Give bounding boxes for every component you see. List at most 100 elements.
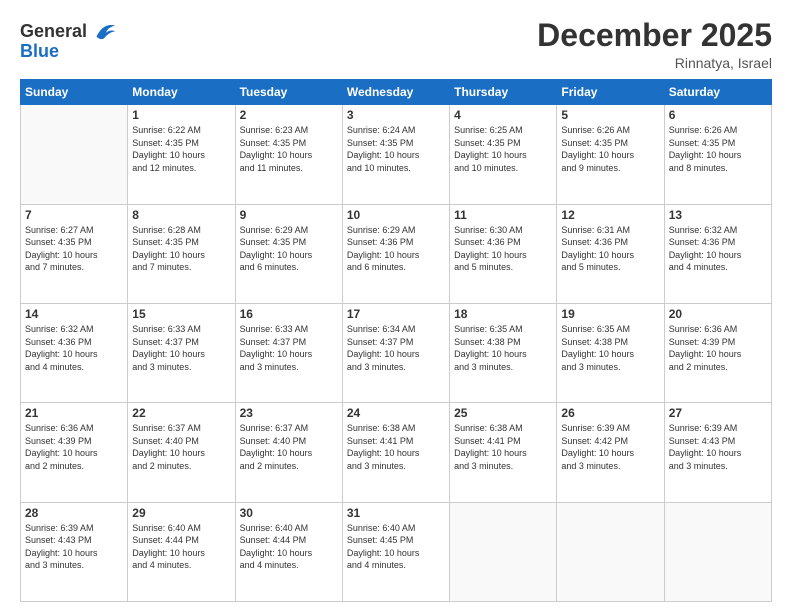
day-number: 3 — [347, 108, 445, 122]
calendar-week-3: 14 Sunrise: 6:32 AM Sunset: 4:36 PM Dayli… — [21, 303, 772, 402]
day-header-thursday: Thursday — [450, 80, 557, 105]
calendar-cell — [450, 502, 557, 601]
calendar-cell: 14 Sunrise: 6:32 AM Sunset: 4:36 PM Dayli… — [21, 303, 128, 402]
header: General Blue December 2025 Rinnatya, Isr… — [20, 18, 772, 71]
day-headers-row: SundayMondayTuesdayWednesdayThursdayFrid… — [21, 80, 772, 105]
calendar-cell: 25 Sunrise: 6:38 AM Sunset: 4:41 PM Dayli… — [450, 403, 557, 502]
calendar-cell: 11 Sunrise: 6:30 AM Sunset: 4:36 PM Dayli… — [450, 204, 557, 303]
day-info: Sunrise: 6:37 AM Sunset: 4:40 PM Dayligh… — [240, 422, 338, 472]
logo-text-general: General — [20, 22, 87, 42]
calendar-cell: 31Sunrise: 6:40 AM Sunset: 4:45 PM Dayli… — [342, 502, 449, 601]
day-info: Sunrise: 6:39 AM Sunset: 4:43 PM Dayligh… — [669, 422, 767, 472]
day-info: Sunrise: 6:29 AM Sunset: 4:35 PM Dayligh… — [240, 224, 338, 274]
calendar-cell: 24 Sunrise: 6:38 AM Sunset: 4:41 PM Dayli… — [342, 403, 449, 502]
logo-bird-icon — [89, 18, 117, 46]
calendar-week-1: 1 Sunrise: 6:22 AM Sunset: 4:35 PM Daylig… — [21, 105, 772, 204]
calendar-cell: 23Sunrise: 6:37 AM Sunset: 4:40 PM Dayli… — [235, 403, 342, 502]
calendar-cell — [21, 105, 128, 204]
day-number: 9 — [240, 208, 338, 222]
month-title: December 2025 — [537, 18, 772, 53]
day-number: 14 — [25, 307, 123, 321]
day-info: Sunrise: 6:33 AM Sunset: 4:37 PM Dayligh… — [240, 323, 338, 373]
calendar-cell: 29 Sunrise: 6:40 AM Sunset: 4:44 PM Dayli… — [128, 502, 235, 601]
day-info: Sunrise: 6:35 AM Sunset: 4:38 PM Dayligh… — [561, 323, 659, 373]
day-number: 20 — [669, 307, 767, 321]
day-info: Sunrise: 6:39 AM Sunset: 4:42 PM Dayligh… — [561, 422, 659, 472]
day-info: Sunrise: 6:35 AM Sunset: 4:38 PM Dayligh… — [454, 323, 552, 373]
day-info: Sunrise: 6:27 AM Sunset: 4:35 PM Dayligh… — [25, 224, 123, 274]
calendar-cell: 15 Sunrise: 6:33 AM Sunset: 4:37 PM Dayli… — [128, 303, 235, 402]
day-number: 24 — [347, 406, 445, 420]
day-number: 1 — [132, 108, 230, 122]
day-header-sunday: Sunday — [21, 80, 128, 105]
calendar-cell: 10 Sunrise: 6:29 AM Sunset: 4:36 PM Dayli… — [342, 204, 449, 303]
day-number: 22 — [132, 406, 230, 420]
day-info: Sunrise: 6:26 AM Sunset: 4:35 PM Dayligh… — [561, 124, 659, 174]
calendar-cell: 16 Sunrise: 6:33 AM Sunset: 4:37 PM Dayli… — [235, 303, 342, 402]
day-number: 8 — [132, 208, 230, 222]
calendar-cell: 13 Sunrise: 6:32 AM Sunset: 4:36 PM Dayli… — [664, 204, 771, 303]
calendar-cell: 20Sunrise: 6:36 AM Sunset: 4:39 PM Dayli… — [664, 303, 771, 402]
day-number: 30 — [240, 506, 338, 520]
page: General Blue December 2025 Rinnatya, Isr… — [0, 0, 792, 612]
calendar-cell: 18Sunrise: 6:35 AM Sunset: 4:38 PM Dayli… — [450, 303, 557, 402]
day-info: Sunrise: 6:32 AM Sunset: 4:36 PM Dayligh… — [25, 323, 123, 373]
day-info: Sunrise: 6:40 AM Sunset: 4:44 PM Dayligh… — [240, 522, 338, 572]
day-number: 2 — [240, 108, 338, 122]
calendar-cell: 27 Sunrise: 6:39 AM Sunset: 4:43 PM Dayli… — [664, 403, 771, 502]
day-number: 25 — [454, 406, 552, 420]
day-info: Sunrise: 6:30 AM Sunset: 4:36 PM Dayligh… — [454, 224, 552, 274]
day-number: 15 — [132, 307, 230, 321]
logo-text-blue: Blue — [20, 42, 59, 62]
calendar-cell — [664, 502, 771, 601]
day-number: 26 — [561, 406, 659, 420]
calendar-cell: 3 Sunrise: 6:24 AM Sunset: 4:35 PM Daylig… — [342, 105, 449, 204]
calendar-week-4: 21 Sunrise: 6:36 AM Sunset: 4:39 PM Dayli… — [21, 403, 772, 502]
day-info: Sunrise: 6:33 AM Sunset: 4:37 PM Dayligh… — [132, 323, 230, 373]
day-number: 28 — [25, 506, 123, 520]
calendar-body: 1 Sunrise: 6:22 AM Sunset: 4:35 PM Daylig… — [21, 105, 772, 602]
day-info: Sunrise: 6:23 AM Sunset: 4:35 PM Dayligh… — [240, 124, 338, 174]
day-number: 5 — [561, 108, 659, 122]
calendar-week-2: 7 Sunrise: 6:27 AM Sunset: 4:35 PM Daylig… — [21, 204, 772, 303]
day-info: Sunrise: 6:26 AM Sunset: 4:35 PM Dayligh… — [669, 124, 767, 174]
day-info: Sunrise: 6:39 AM Sunset: 4:43 PM Dayligh… — [25, 522, 123, 572]
day-info: Sunrise: 6:22 AM Sunset: 4:35 PM Dayligh… — [132, 124, 230, 174]
calendar-cell: 19 Sunrise: 6:35 AM Sunset: 4:38 PM Dayli… — [557, 303, 664, 402]
calendar-cell: 28 Sunrise: 6:39 AM Sunset: 4:43 PM Dayli… — [21, 502, 128, 601]
calendar-cell: 21 Sunrise: 6:36 AM Sunset: 4:39 PM Dayli… — [21, 403, 128, 502]
day-info: Sunrise: 6:32 AM Sunset: 4:36 PM Dayligh… — [669, 224, 767, 274]
day-number: 27 — [669, 406, 767, 420]
day-header-monday: Monday — [128, 80, 235, 105]
calendar-cell: 1 Sunrise: 6:22 AM Sunset: 4:35 PM Daylig… — [128, 105, 235, 204]
day-number: 6 — [669, 108, 767, 122]
day-info: Sunrise: 6:40 AM Sunset: 4:44 PM Dayligh… — [132, 522, 230, 572]
day-number: 4 — [454, 108, 552, 122]
day-number: 16 — [240, 307, 338, 321]
day-info: Sunrise: 6:29 AM Sunset: 4:36 PM Dayligh… — [347, 224, 445, 274]
day-number: 13 — [669, 208, 767, 222]
day-number: 12 — [561, 208, 659, 222]
day-number: 21 — [25, 406, 123, 420]
day-info: Sunrise: 6:24 AM Sunset: 4:35 PM Dayligh… — [347, 124, 445, 174]
calendar-cell: 6 Sunrise: 6:26 AM Sunset: 4:35 PM Daylig… — [664, 105, 771, 204]
day-number: 10 — [347, 208, 445, 222]
calendar-cell: 9 Sunrise: 6:29 AM Sunset: 4:35 PM Daylig… — [235, 204, 342, 303]
day-number: 19 — [561, 307, 659, 321]
day-number: 31 — [347, 506, 445, 520]
calendar-cell: 5 Sunrise: 6:26 AM Sunset: 4:35 PM Daylig… — [557, 105, 664, 204]
day-info: Sunrise: 6:38 AM Sunset: 4:41 PM Dayligh… — [454, 422, 552, 472]
calendar-table: SundayMondayTuesdayWednesdayThursdayFrid… — [20, 79, 772, 602]
calendar-cell: 30 Sunrise: 6:40 AM Sunset: 4:44 PM Dayli… — [235, 502, 342, 601]
day-number: 29 — [132, 506, 230, 520]
day-info: Sunrise: 6:36 AM Sunset: 4:39 PM Dayligh… — [25, 422, 123, 472]
day-number: 7 — [25, 208, 123, 222]
title-section: December 2025 Rinnatya, Israel — [537, 18, 772, 71]
day-info: Sunrise: 6:38 AM Sunset: 4:41 PM Dayligh… — [347, 422, 445, 472]
day-header-tuesday: Tuesday — [235, 80, 342, 105]
location: Rinnatya, Israel — [537, 55, 772, 71]
day-info: Sunrise: 6:31 AM Sunset: 4:36 PM Dayligh… — [561, 224, 659, 274]
day-number: 11 — [454, 208, 552, 222]
calendar-cell: 4Sunrise: 6:25 AM Sunset: 4:35 PM Daylig… — [450, 105, 557, 204]
logo: General Blue — [20, 18, 117, 62]
